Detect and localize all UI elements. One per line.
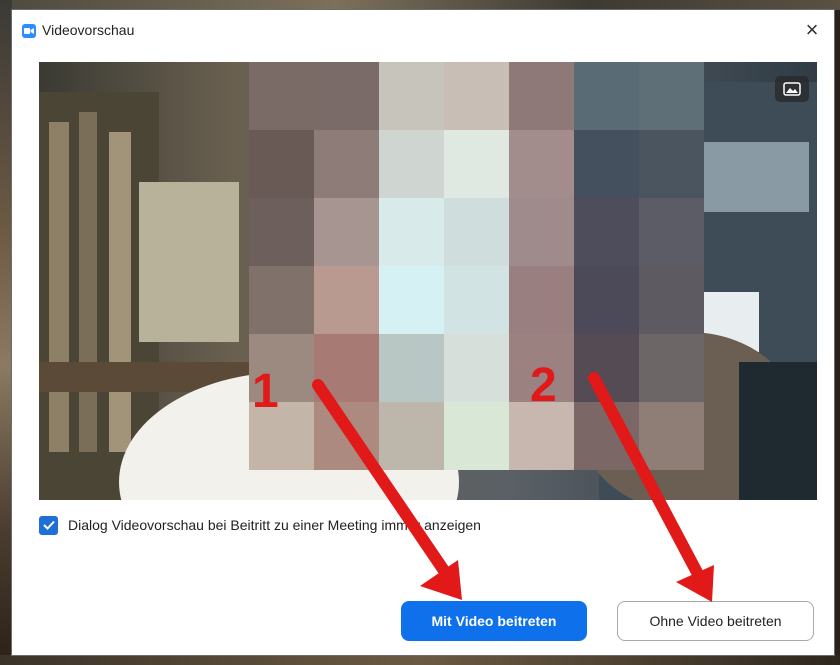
background-image-button[interactable] xyxy=(775,76,809,102)
checkmark-icon xyxy=(42,520,55,530)
zoom-video-icon xyxy=(22,24,36,38)
window-title: Videovorschau xyxy=(42,22,135,38)
desktop-background-left xyxy=(0,0,12,665)
desktop-background-top xyxy=(0,0,840,10)
pixelated-face xyxy=(249,62,704,470)
desktop-background-bottom xyxy=(0,655,840,665)
join-with-video-button[interactable]: Mit Video beitreten xyxy=(401,601,587,641)
background-image-icon xyxy=(783,82,801,96)
always-show-preview-checkbox[interactable] xyxy=(39,515,58,535)
always-show-preview-option[interactable]: Dialog Videovorschau bei Beitritt zu ein… xyxy=(39,513,481,537)
annotation-marker-1: 1 xyxy=(252,365,279,418)
close-button[interactable]: × xyxy=(790,10,834,50)
camera-preview xyxy=(39,62,817,500)
always-show-preview-label: Dialog Videovorschau bei Beitritt zu ein… xyxy=(68,517,481,533)
video-preview-dialog: Videovorschau × Dialog Videovorschau bei… xyxy=(12,10,834,655)
join-without-video-button[interactable]: Ohne Video beitreten xyxy=(617,601,814,641)
title-bar[interactable]: Videovorschau × xyxy=(12,10,834,50)
annotation-marker-2: 2 xyxy=(530,359,557,412)
close-icon: × xyxy=(805,17,819,42)
